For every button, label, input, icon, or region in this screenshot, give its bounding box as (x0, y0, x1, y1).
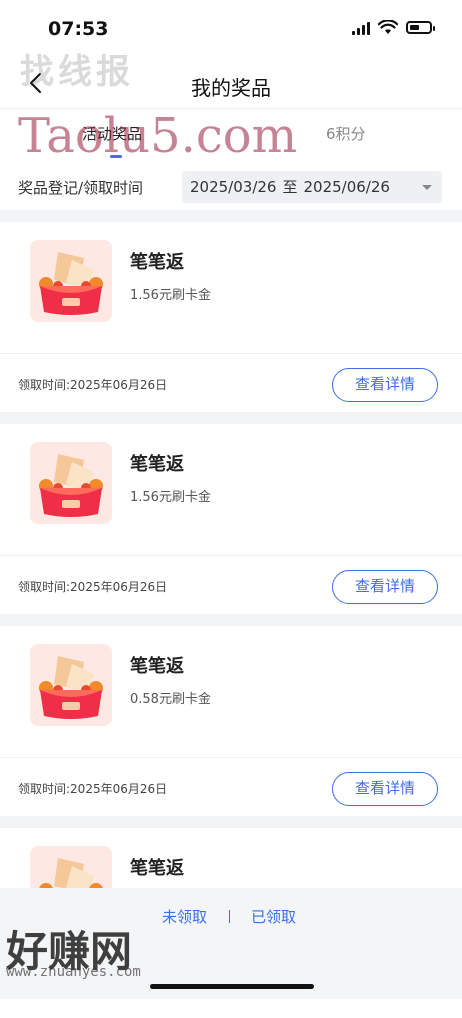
date-end: 2025/06/26 (303, 178, 390, 196)
view-details-button[interactable]: 查看详情 (332, 570, 438, 604)
home-indicator (150, 984, 314, 989)
status-bar: 07:53 (0, 0, 462, 60)
prize-card: 笔笔返 1.56元刷卡金 领取时间:2025年06月26日 查看详情 (0, 222, 462, 412)
view-details-button[interactable]: 查看详情 (332, 368, 438, 402)
red-envelope-card-icon (39, 656, 103, 719)
red-envelope-card-icon (39, 252, 103, 315)
tab-bar: 活动奖品 6积分 (0, 108, 462, 164)
battery-icon (406, 21, 435, 34)
wifi-icon (378, 20, 398, 34)
bottom-filter-bar: 未领取 已领取 (0, 888, 462, 999)
claim-time: 领取时间:2025年06月26日 (18, 378, 168, 392)
bottom-tab-divider (229, 910, 230, 923)
tab-unclaimed[interactable]: 未领取 (162, 906, 207, 927)
caret-down-icon (422, 185, 432, 190)
prize-amount: 0.58元刷卡金 (130, 692, 211, 707)
prize-card-footer: 领取时间:2025年06月26日 查看详情 (0, 353, 462, 412)
date-separator: 至 (282, 178, 298, 196)
tab-claimed[interactable]: 已领取 (251, 906, 296, 927)
prize-thumbnail (30, 240, 112, 322)
prize-amount: 1.56元刷卡金 (130, 490, 211, 505)
prize-thumbnail (30, 442, 112, 524)
active-tab-indicator (110, 155, 122, 158)
tab-activity-prizes[interactable]: 活动奖品 (82, 123, 142, 144)
prize-card-footer: 领取时间:2025年06月26日 查看详情 (0, 555, 462, 614)
prize-thumbnail (30, 644, 112, 726)
navbar: 我的奖品 (0, 60, 462, 108)
claim-time: 领取时间:2025年06月26日 (18, 580, 168, 594)
status-time: 07:53 (48, 18, 109, 40)
prize-card-info: 笔笔返 1.56元刷卡金 (0, 424, 462, 555)
status-icons (352, 20, 435, 35)
date-filter-label: 奖品登记/领取时间 (18, 179, 144, 197)
prize-card: 笔笔返 1.56元刷卡金 领取时间:2025年06月26日 查看详情 (0, 424, 462, 614)
prize-title: 笔笔返 (130, 454, 184, 475)
date-start: 2025/03/26 (190, 178, 277, 196)
page-title: 我的奖品 (191, 76, 271, 100)
prize-title: 笔笔返 (130, 252, 184, 273)
prize-card-info: 笔笔返 1.56元刷卡金 (0, 222, 462, 353)
prize-title: 笔笔返 (130, 656, 184, 677)
date-filter: 奖品登记/领取时间 2025/03/26 至 2025/06/26 (0, 164, 462, 210)
cellular-signal-icon (352, 21, 370, 35)
prize-title: 笔笔返 (130, 858, 184, 879)
prize-card-info: 笔笔返 0.58元刷卡金 (0, 626, 462, 757)
view-details-button[interactable]: 查看详情 (332, 772, 438, 806)
tab-points[interactable]: 6积分 (326, 123, 366, 144)
claim-time: 领取时间:2025年06月26日 (18, 782, 168, 796)
date-range-picker[interactable]: 2025/03/26 至 2025/06/26 (182, 171, 442, 203)
prize-card-footer: 领取时间:2025年06月26日 查看详情 (0, 757, 462, 816)
prize-card: 笔笔返 0.58元刷卡金 领取时间:2025年06月26日 查看详情 (0, 626, 462, 816)
red-envelope-card-icon (39, 454, 103, 517)
prize-amount: 1.56元刷卡金 (130, 288, 211, 303)
